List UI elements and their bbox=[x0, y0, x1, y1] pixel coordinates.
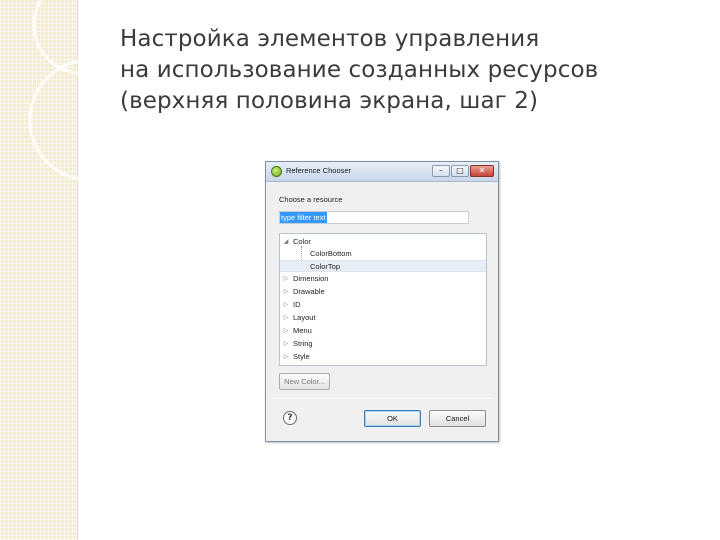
tree-item-label: Style bbox=[293, 352, 310, 361]
tree-item-color[interactable]: ◢ Color bbox=[280, 236, 486, 248]
tree-item-label: Dimension bbox=[293, 274, 329, 283]
tree-item-string[interactable]: ▷ String bbox=[280, 338, 486, 350]
tree-item-label: ColorBottom bbox=[310, 249, 352, 258]
triangle-down-icon[interactable]: ◢ bbox=[282, 236, 290, 248]
reference-chooser-dialog: Reference Chooser – □ ✕ Choose a resourc… bbox=[265, 161, 499, 442]
triangle-right-icon[interactable]: ▷ bbox=[282, 325, 290, 337]
tree-item-label: ColorTop bbox=[310, 262, 341, 271]
triangle-right-icon[interactable]: ▷ bbox=[282, 273, 290, 285]
tree-item-id[interactable]: ▷ ID bbox=[280, 299, 486, 311]
tree-item-label: ID bbox=[293, 300, 301, 309]
slide-title-line-2: на использование созданных ресурсов bbox=[120, 57, 599, 83]
new-color-button[interactable]: New Color... bbox=[279, 373, 330, 390]
ok-button[interactable]: OK bbox=[364, 410, 421, 427]
resource-tree[interactable]: ◢ Color ColorBottom ColorTop ▷ Dimension… bbox=[279, 233, 487, 366]
tree-item-label: Menu bbox=[293, 326, 312, 335]
tree-item-dimension[interactable]: ▷ Dimension bbox=[280, 273, 486, 285]
decorative-side-strip bbox=[0, 0, 78, 540]
tree-item-label: Drawable bbox=[293, 287, 325, 296]
triangle-right-icon[interactable]: ▷ bbox=[282, 338, 290, 350]
filter-input[interactable] bbox=[279, 211, 469, 224]
triangle-right-icon[interactable]: ▷ bbox=[282, 312, 290, 324]
question-icon[interactable]: ? bbox=[283, 411, 297, 425]
triangle-right-icon[interactable]: ▷ bbox=[282, 286, 290, 298]
tree-item-layout[interactable]: ▷ Layout bbox=[280, 312, 486, 324]
decorative-circles-icon bbox=[28, 0, 78, 181]
slide-title-line-3: (верхняя половина экрана, шаг 2) bbox=[120, 88, 539, 114]
maximize-button[interactable]: □ bbox=[451, 165, 469, 177]
app-icon bbox=[271, 166, 282, 177]
tree-item-style[interactable]: ▷ Style bbox=[280, 351, 486, 363]
tree-item-label: Layout bbox=[293, 313, 316, 322]
slide-title: Настройка элементов управления на исполь… bbox=[120, 24, 710, 117]
minimize-button[interactable]: – bbox=[432, 165, 450, 177]
triangle-right-icon[interactable]: ▷ bbox=[282, 351, 290, 363]
tree-item-menu[interactable]: ▷ Menu bbox=[280, 325, 486, 337]
cancel-button[interactable]: Cancel bbox=[429, 410, 486, 427]
choose-resource-label: Choose a resource bbox=[279, 195, 343, 204]
tree-item-color-top[interactable]: ColorTop bbox=[280, 260, 486, 272]
tree-item-label: String bbox=[293, 339, 313, 348]
close-button[interactable]: ✕ bbox=[470, 165, 494, 177]
dialog-titlebar[interactable]: Reference Chooser – □ ✕ bbox=[266, 162, 498, 182]
tree-item-color-bottom[interactable]: ColorBottom bbox=[280, 248, 486, 260]
tree-item-drawable[interactable]: ▷ Drawable bbox=[280, 286, 486, 298]
dialog-title: Reference Chooser bbox=[286, 166, 352, 175]
triangle-right-icon[interactable]: ▷ bbox=[282, 299, 290, 311]
slide-title-line-1: Настройка элементов управления bbox=[120, 26, 540, 52]
dialog-divider bbox=[271, 398, 493, 399]
